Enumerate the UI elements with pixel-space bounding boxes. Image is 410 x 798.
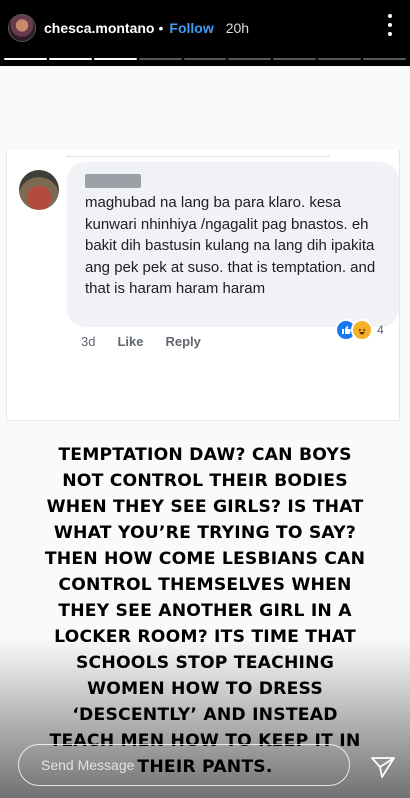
more-vertical-icon[interactable] bbox=[382, 14, 398, 36]
story-header: chesca.montano • Follow 20h bbox=[0, 0, 410, 56]
send-message-input[interactable]: Send Message bbox=[18, 744, 350, 786]
paper-plane-icon[interactable] bbox=[370, 754, 396, 780]
story-progress-segment bbox=[318, 58, 362, 60]
comment-screenshot: maghubad na lang ba para klaro. kesa kun… bbox=[6, 150, 400, 421]
story-progress bbox=[4, 58, 407, 61]
reaction-count: 4 bbox=[377, 323, 384, 337]
post-time: 20h bbox=[225, 20, 250, 36]
profile-avatar[interactable] bbox=[8, 14, 36, 42]
comment-bubble: maghubad na lang ba para klaro. kesa kun… bbox=[67, 162, 399, 327]
story-progress-segment bbox=[93, 58, 137, 60]
reactions: 4 bbox=[335, 319, 384, 341]
story-progress-segment bbox=[138, 58, 182, 60]
story-progress-segment bbox=[4, 58, 47, 60]
comment-meta: 3d Like Reply bbox=[81, 334, 201, 349]
redacted-name bbox=[85, 174, 141, 188]
story-progress-segment bbox=[183, 58, 227, 60]
like-link: Like bbox=[117, 334, 144, 349]
comment-text: maghubad na lang ba para klaro. kesa kun… bbox=[85, 194, 376, 297]
comment-age: 3d bbox=[81, 334, 96, 349]
story-progress-segment bbox=[228, 58, 272, 60]
haha-reaction-icon bbox=[351, 319, 373, 341]
story-progress-segment bbox=[363, 58, 407, 60]
reply-link: Reply bbox=[165, 334, 201, 349]
username[interactable]: chesca.montano bbox=[44, 20, 154, 36]
separator-dot: • bbox=[158, 20, 164, 36]
story-progress-segment bbox=[273, 58, 317, 60]
cropped-edge bbox=[67, 150, 329, 157]
commenter-avatar bbox=[19, 170, 59, 210]
follow-button[interactable]: Follow bbox=[169, 20, 213, 36]
story-progress-segment bbox=[48, 58, 92, 60]
